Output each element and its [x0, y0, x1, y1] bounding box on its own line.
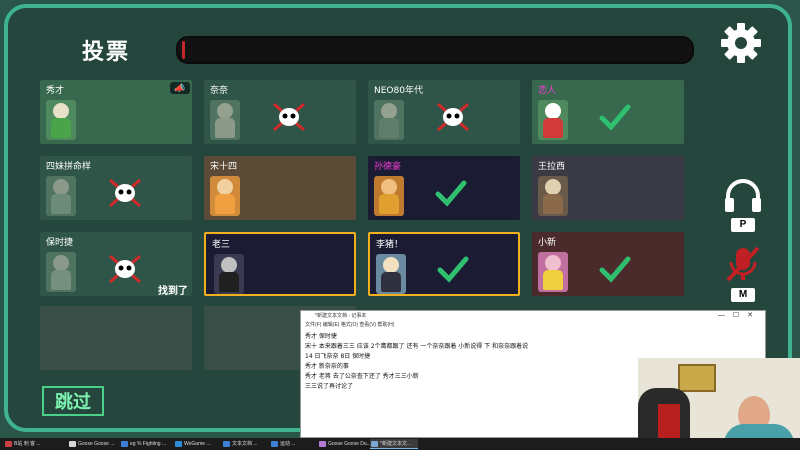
megaphone-icon: 📣	[170, 82, 190, 94]
skip-button[interactable]: 跳过	[42, 386, 104, 416]
check-icon	[437, 256, 469, 283]
player-card[interactable]: 保时捷 找到了	[40, 232, 192, 296]
webcam-overlay	[638, 358, 800, 438]
avatar	[374, 176, 404, 216]
notepad-line[interactable]: 秀才 保时捷	[305, 331, 337, 340]
wall-frame	[678, 364, 716, 392]
player-card[interactable]: NEO80年代	[368, 80, 520, 144]
player-name: 秀才	[46, 86, 65, 96]
taskbar: B站 刺 客 ... Goose Goose ... eg % Fighting…	[0, 438, 800, 450]
player-card[interactable]: 王拉西	[532, 156, 684, 220]
taskbar-item[interactable]: Goose Goose ...	[68, 439, 118, 449]
player-card-selected[interactable]: 老三	[204, 232, 356, 296]
player-card[interactable]: 奈奈	[204, 80, 356, 144]
taskbar-item[interactable]: Goose Goose Du...	[318, 439, 371, 449]
vote-timer-bar	[176, 36, 694, 64]
avatar	[374, 100, 404, 140]
player-card[interactable]: 宋十四	[204, 156, 356, 220]
found-label: 找到了	[158, 286, 188, 296]
player-name: 四妹拼命样	[46, 162, 92, 172]
player-card[interactable]: 小新	[532, 232, 684, 296]
taskbar-item-active[interactable]: *新建文本文...	[370, 439, 418, 449]
page-title: 投票	[82, 40, 131, 65]
timer-fill	[182, 41, 185, 59]
avatar	[46, 176, 76, 216]
mic-muted-icon[interactable]	[722, 244, 764, 284]
player-card[interactable]: 秀才 📣	[40, 80, 192, 144]
taskbar-item[interactable]: B站 刺 客 ...	[4, 439, 66, 449]
avatar	[214, 254, 244, 294]
chair-stripe	[658, 404, 680, 438]
skull-cross-icon	[437, 102, 469, 132]
player-card[interactable]: 恋人	[532, 80, 684, 144]
empty-slot	[40, 306, 192, 370]
notepad-line[interactable]: 秀才 新奈奈的事	[305, 361, 349, 370]
headphones-icon[interactable]	[722, 178, 764, 214]
notepad-line[interactable]: 14 日飞奈奈 8日 保时捷	[305, 351, 370, 360]
avatar	[538, 176, 568, 216]
player-name: 孙德豪	[374, 162, 402, 172]
check-icon	[599, 256, 631, 283]
player-name: 王拉西	[538, 162, 566, 172]
avatar	[376, 254, 406, 294]
taskbar-item[interactable]: WeGame ...	[174, 439, 220, 449]
player-name: 保时捷	[46, 238, 74, 248]
skull-cross-icon	[109, 178, 141, 208]
player-name: 老三	[212, 240, 231, 250]
avatar	[538, 252, 568, 292]
taskbar-item[interactable]: 文本文档 ...	[222, 439, 268, 449]
taskbar-item[interactable]: eg % Fighting ...	[120, 439, 172, 449]
avatar	[210, 176, 240, 216]
avatar	[46, 100, 76, 140]
skull-cross-icon	[273, 102, 305, 132]
taskbar-item[interactable]: 运动 ...	[270, 439, 316, 449]
streamer-shirt	[724, 424, 794, 438]
check-icon	[599, 104, 631, 131]
avatar	[210, 100, 240, 140]
window-controls[interactable]: —☐✕	[718, 311, 761, 319]
avatar	[538, 100, 568, 140]
mute-key: M	[731, 288, 755, 302]
notepad-line[interactable]: 秀才 老蒋 去了公奈查下还了 秀才三三小新	[305, 371, 419, 380]
avatar	[46, 252, 76, 292]
player-name: 奈奈	[210, 86, 229, 96]
player-card[interactable]: 四妹拼命样	[40, 156, 192, 220]
notepad-line[interactable]: 宋十 本来跟着三三 应该 2个鹰都跟了 还有 一个奈奈跟着 小新说得 下 和奈奈…	[305, 341, 528, 350]
notepad-menu[interactable]: 文件(F) 编辑(E) 格式(O) 查看(V) 帮助(H)	[301, 321, 765, 329]
notepad-line[interactable]: 三三说了再讨论了	[305, 381, 353, 390]
player-name: 李猪！	[376, 240, 404, 250]
player-card[interactable]: 孙德豪	[368, 156, 520, 220]
player-name: NEO80年代	[374, 86, 423, 96]
gear-icon[interactable]	[718, 20, 764, 66]
player-name: 小新	[538, 238, 557, 248]
player-card-selected[interactable]: 李猪！	[368, 232, 520, 296]
check-icon	[435, 180, 467, 207]
push-to-talk-key: P	[731, 218, 755, 232]
player-name: 宋十四	[210, 162, 238, 172]
skull-cross-icon	[109, 254, 141, 284]
notepad-title: *新建文本文档 - 记事本	[301, 311, 765, 321]
player-name: 恋人	[538, 86, 557, 96]
